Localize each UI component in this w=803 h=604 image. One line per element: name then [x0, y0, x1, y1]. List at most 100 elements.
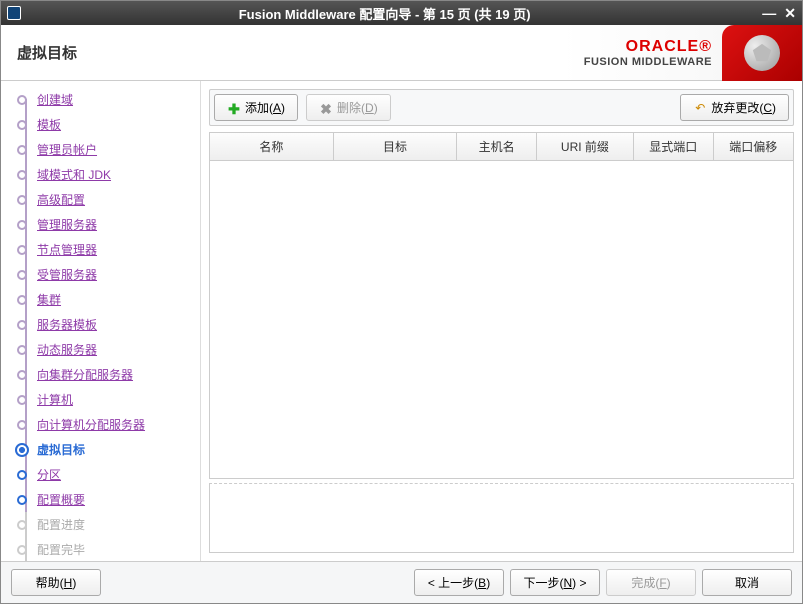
step-label: 管理员帐户 [37, 141, 97, 158]
step-link[interactable]: 计算机 [37, 393, 73, 407]
help-button[interactable]: 帮助(H) [11, 569, 101, 596]
col-header-2[interactable]: 主机名 [457, 133, 537, 160]
wizard-window: Fusion Middleware 配置向导 - 第 15 页 (共 19 页)… [0, 0, 803, 604]
step-link[interactable]: 模板 [37, 118, 61, 132]
step-4[interactable]: 高级配置 [1, 187, 200, 212]
step-link[interactable]: 节点管理器 [37, 243, 97, 257]
step-label: 虚拟目标 [37, 441, 85, 458]
step-label: 计算机 [37, 391, 73, 408]
step-label: 节点管理器 [37, 241, 97, 258]
finish-button[interactable]: 完成(F) [606, 569, 696, 596]
step-label: 分区 [37, 466, 61, 483]
brand-sub: FUSION MIDDLEWARE [584, 56, 712, 68]
minimize-icon[interactable]: — [762, 5, 776, 22]
step-label: 配置进度 [37, 516, 85, 533]
step-link[interactable]: 向集群分配服务器 [37, 368, 133, 382]
delete-button[interactable]: ✖ 删除(D) [306, 94, 391, 121]
step-8[interactable]: 集群 [1, 287, 200, 312]
step-18: 配置完毕 [1, 537, 200, 561]
step-link[interactable]: 集群 [37, 293, 61, 307]
step-15[interactable]: 分区 [1, 462, 200, 487]
step-link[interactable]: 动态服务器 [37, 343, 97, 357]
col-header-1[interactable]: 目标 [334, 133, 458, 160]
toolbar: ✚ 添加(A) ✖ 删除(D) ↶ 放弃更改(C) [209, 89, 794, 126]
step-label: 管理服务器 [37, 216, 97, 233]
step-label: 动态服务器 [37, 341, 97, 358]
step-dot-icon [17, 120, 27, 130]
brand: ORACLE® FUSION MIDDLEWARE [584, 25, 786, 81]
step-dot-icon [17, 195, 27, 205]
step-label: 配置概要 [37, 491, 85, 508]
step-label: 向计算机分配服务器 [37, 416, 145, 433]
step-dot-icon [17, 395, 27, 405]
step-16[interactable]: 配置概要 [1, 487, 200, 512]
virtual-targets-table[interactable]: 名称目标主机名URI 前缀显式端口端口偏移 [209, 132, 794, 479]
detail-panel [209, 483, 794, 553]
step-2[interactable]: 管理员帐户 [1, 137, 200, 162]
step-link[interactable]: 分区 [37, 468, 61, 482]
step-dot-icon [17, 145, 27, 155]
step-link[interactable]: 域模式和 JDK [37, 168, 111, 182]
titlebar: Fusion Middleware 配置向导 - 第 15 页 (共 19 页)… [1, 1, 802, 25]
step-link[interactable]: 向计算机分配服务器 [37, 418, 145, 432]
step-link[interactable]: 受管服务器 [37, 268, 97, 282]
step-label: 创建域 [37, 91, 73, 108]
step-link[interactable]: 服务器模板 [37, 318, 97, 332]
undo-icon: ↶ [693, 101, 707, 115]
step-dot-icon [17, 495, 27, 505]
step-sidebar: 创建域模板管理员帐户域模式和 JDK 高级配置管理服务器节点管理器受管服务器集群服… [1, 81, 201, 561]
col-header-4[interactable]: 显式端口 [634, 133, 714, 160]
window-title: Fusion Middleware 配置向导 - 第 15 页 (共 19 页) [27, 4, 762, 23]
step-dot-icon [17, 320, 27, 330]
step-link[interactable]: 管理服务器 [37, 218, 97, 232]
step-label: 高级配置 [37, 191, 85, 208]
step-11[interactable]: 向集群分配服务器 [1, 362, 200, 387]
header: 虚拟目标 ORACLE® FUSION MIDDLEWARE [1, 25, 802, 81]
step-14[interactable]: 虚拟目标 [1, 437, 200, 462]
next-button[interactable]: 下一步(N) > [510, 569, 600, 596]
add-button[interactable]: ✚ 添加(A) [214, 94, 298, 121]
step-label: 配置完毕 [37, 541, 85, 558]
col-header-5[interactable]: 端口偏移 [714, 133, 794, 160]
step-dot-icon [17, 295, 27, 305]
step-dot-icon [15, 443, 29, 457]
step-label: 域模式和 JDK [37, 166, 111, 183]
step-5[interactable]: 管理服务器 [1, 212, 200, 237]
step-17: 配置进度 [1, 512, 200, 537]
step-dot-icon [17, 370, 27, 380]
step-3[interactable]: 域模式和 JDK [1, 162, 200, 187]
plus-icon: ✚ [227, 101, 241, 115]
x-icon: ✖ [319, 101, 333, 115]
step-0[interactable]: 创建域 [1, 87, 200, 112]
step-link[interactable]: 配置概要 [37, 493, 85, 507]
step-dot-icon [17, 170, 27, 180]
step-dot-icon [17, 220, 27, 230]
step-dot-icon [17, 270, 27, 280]
col-header-3[interactable]: URI 前缀 [537, 133, 634, 160]
step-9[interactable]: 服务器模板 [1, 312, 200, 337]
step-13[interactable]: 向计算机分配服务器 [1, 412, 200, 437]
step-dot-icon [17, 420, 27, 430]
step-label: 受管服务器 [37, 266, 97, 283]
step-link[interactable]: 管理员帐户 [37, 143, 97, 157]
discard-changes-button[interactable]: ↶ 放弃更改(C) [680, 94, 789, 121]
main-panel: ✚ 添加(A) ✖ 删除(D) ↶ 放弃更改(C) 名称目标主机名URI 前缀显… [201, 81, 802, 561]
footer: 帮助(H) < 上一步(B) 下一步(N) > 完成(F) 取消 [1, 561, 802, 603]
step-7[interactable]: 受管服务器 [1, 262, 200, 287]
step-6[interactable]: 节点管理器 [1, 237, 200, 262]
step-label: 模板 [37, 116, 61, 133]
step-link[interactable]: 创建域 [37, 93, 73, 107]
close-icon[interactable]: ✕ [784, 5, 796, 22]
step-1[interactable]: 模板 [1, 112, 200, 137]
step-12[interactable]: 计算机 [1, 387, 200, 412]
step-link[interactable]: 高级配置 [37, 193, 85, 207]
step-dot-icon [17, 245, 27, 255]
step-label: 集群 [37, 291, 61, 308]
col-header-0[interactable]: 名称 [210, 133, 334, 160]
step-10[interactable]: 动态服务器 [1, 337, 200, 362]
back-button[interactable]: < 上一步(B) [414, 569, 504, 596]
cancel-button[interactable]: 取消 [702, 569, 792, 596]
step-dot-icon [17, 470, 27, 480]
table-header-row: 名称目标主机名URI 前缀显式端口端口偏移 [210, 133, 793, 161]
step-label: 服务器模板 [37, 316, 97, 333]
